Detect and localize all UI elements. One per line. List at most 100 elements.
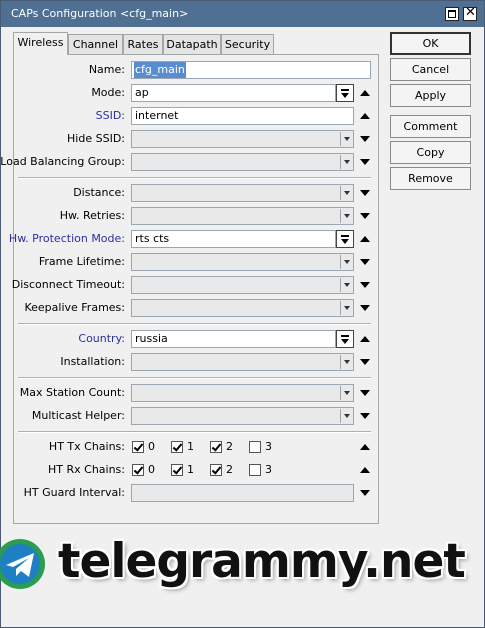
ht-rx-chain-3-checkbox[interactable] [249, 464, 261, 476]
chevron-down-icon [340, 301, 352, 315]
chevron-down-icon [340, 186, 352, 200]
frame-lifetime-select[interactable] [131, 253, 354, 271]
hw-protection-mode-dropdown-button[interactable] [336, 230, 354, 248]
copy-button[interactable]: Copy [390, 141, 471, 164]
keepalive-frames-label: Keepalive Frames: [24, 301, 125, 314]
country-collapse-icon[interactable] [359, 333, 371, 345]
multicast-helper-select[interactable] [131, 407, 354, 425]
telegram-logo-icon [0, 539, 45, 589]
name-label: Name: [88, 63, 125, 76]
hw-protection-mode-select[interactable]: rts cts [131, 230, 336, 248]
tab-security[interactable]: Security [221, 34, 274, 54]
ht-rx-chain-2-checkbox[interactable] [210, 464, 222, 476]
hw-protection-mode-collapse-icon[interactable] [359, 233, 371, 245]
chevron-down-icon [340, 278, 352, 292]
frame-lifetime-label: Frame Lifetime: [38, 255, 125, 268]
keepalive-frames-select[interactable] [131, 299, 354, 317]
ht-tx-chain-0-label: 0 [148, 440, 155, 453]
ssid-input[interactable]: internet [131, 107, 354, 125]
ht-rx-chains-collapse-icon[interactable] [359, 464, 371, 476]
chevron-down-icon [340, 155, 352, 169]
max-station-count-select[interactable] [131, 384, 354, 402]
name-input[interactable]: cfg_main [131, 61, 371, 79]
ht-rx-chains-label: HT Rx Chains: [48, 463, 125, 476]
ssid-label: SSID: [95, 109, 125, 122]
ht-rx-chain-1-label: 1 [187, 463, 194, 476]
keepalive-frames-expand-icon[interactable] [359, 302, 371, 314]
cancel-button[interactable]: Cancel [390, 58, 471, 81]
ht-tx-chain-3-checkbox[interactable] [249, 441, 261, 453]
hw-retries-label: Hw. Retries: [59, 209, 125, 222]
ht-tx-chain-1-label: 1 [187, 440, 194, 453]
close-icon: ✕ [465, 5, 476, 20]
disconnect-timeout-expand-icon[interactable] [359, 279, 371, 291]
watermark-text: telegrammy.net [58, 534, 466, 589]
disconnect-timeout-select[interactable] [131, 276, 354, 294]
apply-button[interactable]: Apply [390, 84, 471, 107]
ssid-collapse-icon[interactable] [359, 110, 371, 122]
country-value: russia [135, 332, 168, 345]
hide-ssid-expand-icon[interactable] [359, 133, 371, 145]
country-label: Country: [78, 332, 125, 345]
ht-tx-chain-3-label: 3 [265, 440, 272, 453]
hide-ssid-select[interactable] [131, 130, 354, 148]
ht-guard-interval-label: HT Guard Interval: [23, 486, 125, 499]
ht-guard-interval-select[interactable] [131, 484, 354, 502]
divider [18, 377, 371, 379]
load-balancing-group-label: Load Balancing Group: [0, 155, 125, 168]
country-dropdown-button[interactable] [336, 330, 354, 348]
close-button[interactable]: ✕ [463, 5, 477, 21]
tab-channel[interactable]: Channel [68, 34, 123, 54]
ht-tx-chain-2-label: 2 [226, 440, 233, 453]
disconnect-timeout-label: Disconnect Timeout: [11, 278, 125, 291]
max-station-count-expand-icon[interactable] [359, 387, 371, 399]
ht-rx-chain-0-checkbox[interactable] [132, 464, 144, 476]
hw-protection-mode-label: Hw. Protection Mode: [8, 232, 125, 245]
country-select[interactable]: russia [131, 330, 336, 348]
installation-expand-icon[interactable] [359, 356, 371, 368]
tab-rates[interactable]: Rates [123, 34, 163, 54]
name-value: cfg_main [134, 62, 186, 78]
ht-rx-chain-1-checkbox[interactable] [171, 464, 183, 476]
max-station-count-label: Max Station Count: [19, 386, 125, 399]
divider [18, 177, 371, 179]
tab-datapath[interactable]: Datapath [163, 34, 221, 54]
load-balancing-group-select[interactable] [131, 153, 354, 171]
mode-value: ap [135, 86, 149, 99]
divider [18, 431, 371, 433]
ht-tx-chains-collapse-icon[interactable] [359, 441, 371, 453]
load-balancing-group-expand-icon[interactable] [359, 156, 371, 168]
chevron-down-icon [340, 409, 352, 423]
tab-wireless[interactable]: Wireless [13, 32, 68, 55]
installation-label: Installation: [60, 355, 125, 368]
multicast-helper-label: Multicast Helper: [31, 409, 125, 422]
comment-button[interactable]: Comment [390, 115, 471, 138]
title-bar[interactable]: CAPs Configuration <cfg_main> ✕ [1, 1, 484, 27]
distance-expand-icon[interactable] [359, 187, 371, 199]
remove-button[interactable]: Remove [390, 167, 471, 190]
frame-lifetime-expand-icon[interactable] [359, 256, 371, 268]
ht-guard-interval-expand-icon[interactable] [359, 487, 371, 499]
ok-button[interactable]: OK [390, 32, 471, 55]
mode-select[interactable]: ap [131, 84, 336, 102]
ht-tx-chain-2-checkbox[interactable] [210, 441, 222, 453]
ht-rx-chain-2-label: 2 [226, 463, 233, 476]
installation-select[interactable] [131, 353, 354, 371]
mode-collapse-icon[interactable] [359, 87, 371, 99]
ht-tx-chain-0-checkbox[interactable] [132, 441, 144, 453]
mode-dropdown-button[interactable] [336, 84, 354, 102]
ht-rx-chain-3-label: 3 [265, 463, 272, 476]
hw-retries-select[interactable] [131, 207, 354, 225]
ht-rx-chain-0-label: 0 [148, 463, 155, 476]
divider [18, 323, 371, 325]
mode-label: Mode: [91, 86, 125, 99]
multicast-helper-expand-icon[interactable] [359, 410, 371, 422]
chevron-down-icon [340, 209, 352, 223]
chevron-down-icon [340, 132, 352, 146]
hw-retries-expand-icon[interactable] [359, 210, 371, 222]
distance-select[interactable] [131, 184, 354, 202]
ht-tx-chain-1-checkbox[interactable] [171, 441, 183, 453]
window-title: CAPs Configuration <cfg_main> [11, 7, 189, 20]
maximize-button[interactable] [445, 7, 459, 21]
hw-protection-mode-value: rts cts [135, 232, 170, 245]
